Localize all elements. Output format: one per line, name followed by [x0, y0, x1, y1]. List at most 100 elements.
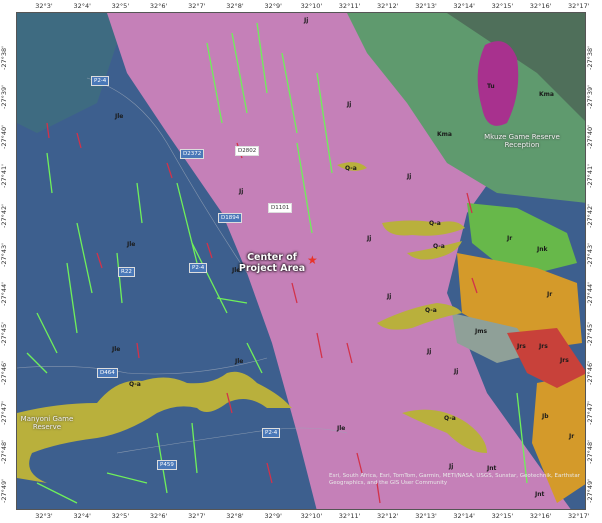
road-shield-p459: P459 [157, 460, 177, 470]
geo-label-jle: Jle [337, 425, 346, 432]
geo-label-jnt: Jnt [535, 491, 545, 498]
latitude-tick-label: -27°48' [585, 440, 594, 464]
latitude-tick-label: -27°46' [585, 361, 594, 386]
longitude-tick-label: 32°5' [111, 512, 130, 520]
geo-label-jj: Jj [427, 348, 432, 355]
geo-label-jj: Jj [387, 293, 392, 300]
road-shield-d1101: D1101 [268, 203, 293, 213]
longitude-tick-label: 32°4' [73, 512, 91, 520]
longitude-tick-label: 32°15' [491, 512, 514, 520]
geo-label-qa: Q-a [444, 415, 456, 422]
geo-label-jb: Jb [542, 413, 549, 420]
latitude-tick-label: -27°38' [0, 46, 8, 70]
geo-label-jle: Jle [235, 358, 244, 365]
longitude-tick-label: 32°11' [338, 512, 361, 520]
latitude-tick-label: -27°44' [0, 282, 8, 307]
longitude-tick-label: 32°6' [149, 2, 168, 10]
geo-label-jr: Jr [507, 235, 513, 242]
latitude-tick-label: -27°45' [585, 321, 594, 346]
geo-label-jj: Jj [239, 188, 244, 195]
latitude-tick-label: -27°49' [585, 479, 594, 504]
longitude-tick-label: 32°3' [35, 512, 53, 520]
latitude-tick-label: -27°42' [0, 203, 8, 228]
latitude-tick-label: -27°42' [585, 203, 594, 228]
longitude-tick-label: 32°5' [111, 2, 130, 10]
place-mkuze-reception: Mkuze Game Reserve Reception [484, 133, 560, 149]
longitude-tick-label: 32°13' [415, 2, 437, 10]
latitude-tick-label: -27°41' [585, 164, 594, 189]
geo-label-qa: Q-a [425, 307, 437, 314]
geo-label-jrs: Jrs [539, 343, 548, 350]
longitude-tick-label: 32°17' [568, 2, 590, 10]
latitude-tick-label: -27°47' [585, 400, 594, 425]
geo-label-jle: Jle [112, 346, 121, 353]
latitude-tick-label: -27°47' [0, 400, 8, 425]
geo-label-kma: Kma [437, 131, 452, 138]
geo-label-jr: Jr [569, 433, 575, 440]
latitude-tick-label: -27°41' [0, 164, 8, 189]
road-shield-d1894: D1894 [218, 213, 243, 223]
geo-label-kma: Kma [539, 91, 554, 98]
geo-label-jj: Jj [304, 17, 309, 24]
geo-label-jrs: Jrs [560, 357, 569, 364]
longitude-tick-label: 32°17' [568, 512, 590, 520]
longitude-tick-label: 32°4' [73, 2, 91, 10]
longitude-tick-label: 32°9' [264, 512, 282, 520]
geo-label-jnk: Jnk [537, 246, 548, 253]
longitude-tick-label: 32°14' [453, 512, 475, 520]
star-icon: ★ [307, 253, 318, 267]
geo-label-tu: Tu [487, 83, 495, 90]
geo-label-jrs: Jrs [517, 343, 526, 350]
geo-label-jj: Jj [347, 101, 352, 108]
geo-label-qa: Q-a [429, 220, 441, 227]
longitude-tick-label: 32°13' [415, 512, 437, 520]
longitude-tick-label: 32°16' [529, 512, 552, 520]
longitude-tick-label: 32°8' [226, 2, 244, 10]
map-frame: Jj Jle Jle Jle Jle Jle Jle Jj Jj Jj Jj J… [16, 12, 586, 510]
geo-label-qa: Q-a [345, 165, 357, 172]
road-shield-r22: R22 [118, 267, 135, 277]
latitude-tick-label: -27°44' [585, 282, 594, 307]
longitude-tick-label: 32°15' [491, 2, 514, 10]
road-shield-p24: P2-4 [189, 263, 208, 273]
longitude-tick-label: 32°10' [300, 2, 323, 10]
latitude-tick-label: -27°48' [0, 440, 8, 464]
latitude-tick-label: -27°39' [585, 85, 594, 110]
place-manyoni-reserve: Manyoni Game Reserve [20, 415, 74, 431]
latitude-tick-label: -27°38' [585, 46, 594, 70]
road-shield-d464: D464 [97, 368, 118, 378]
geo-label-jj: Jj [449, 463, 454, 470]
longitude-tick-label: 32°8' [226, 512, 244, 520]
geo-label-qa: Q-a [433, 243, 445, 250]
latitude-tick-label: -27°46' [0, 361, 8, 386]
geo-label-jms: Jms [475, 328, 488, 335]
latitude-tick-label: -27°39' [0, 85, 8, 110]
longitude-tick-label: 32°10' [300, 512, 323, 520]
geo-label-jle: Jle [127, 241, 136, 248]
geo-label-jj: Jj [367, 235, 372, 242]
geo-label-jle: Jle [115, 113, 124, 120]
road-shield-p24: P2-4 [91, 76, 110, 86]
latitude-tick-label: -27°43' [585, 243, 594, 267]
latitude-tick-label: -27°49' [0, 479, 8, 504]
longitude-tick-label: 32°16' [529, 2, 552, 10]
geo-label-jr: Jr [547, 291, 553, 298]
road-shield-p24: P2-4 [262, 428, 281, 438]
longitude-tick-label: 32°7' [188, 512, 206, 520]
center-of-project-label: Center of Project Area [238, 252, 306, 274]
road-shield-d2802: D2802 [235, 146, 260, 156]
geo-label-qa: Q-a [129, 381, 141, 388]
geo-label-jnt: Jnt [487, 465, 497, 472]
latitude-tick-label: -27°40' [0, 124, 8, 149]
latitude-tick-label: -27°40' [585, 124, 594, 149]
longitude-tick-label: 32°6' [149, 512, 168, 520]
longitude-tick-label: 32°12' [377, 512, 399, 520]
longitude-tick-label: 32°12' [377, 2, 399, 10]
latitude-tick-label: -27°45' [0, 321, 8, 346]
longitude-tick-label: 32°14' [453, 2, 475, 10]
latitude-tick-label: -27°43' [0, 243, 8, 267]
longitude-tick-label: 32°9' [264, 2, 282, 10]
map-attribution: Esri, South Africa, Esri, TomTom, Garmin… [329, 473, 580, 486]
longitude-tick-label: 32°11' [338, 2, 361, 10]
geo-label-jj: Jj [454, 368, 459, 375]
